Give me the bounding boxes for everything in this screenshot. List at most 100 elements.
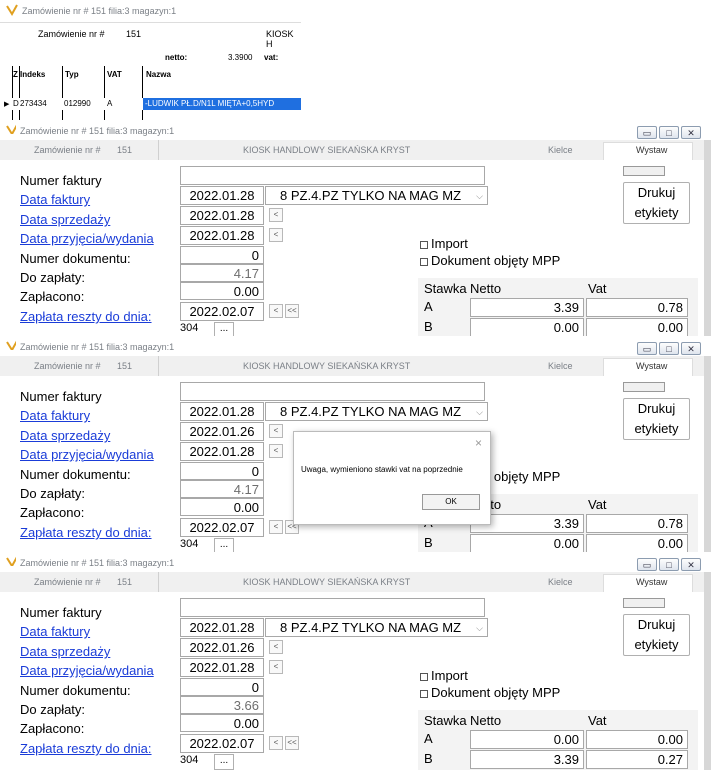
- rate-b-netto[interactable]: 3.39: [470, 750, 584, 769]
- checkbox-icon: [420, 240, 428, 249]
- zaplacono-input[interactable]: 0.00: [180, 714, 264, 732]
- link-data-przyjecia[interactable]: Data przyjęcia/wydania: [20, 663, 154, 678]
- app-icon: [6, 124, 16, 134]
- rate-b-vat[interactable]: 0.00: [586, 534, 688, 553]
- link-zaplata-reszty[interactable]: Zapłata reszty do dnia:: [20, 309, 152, 324]
- link-zaplata-reszty[interactable]: Zapłata reszty do dnia:: [20, 525, 152, 540]
- numer-dokumentu-input[interactable]: 0: [180, 246, 264, 264]
- numer-faktury-input[interactable]: [180, 598, 485, 617]
- zaplacono-input[interactable]: 0.00: [180, 498, 264, 516]
- import-checkbox[interactable]: Import: [420, 236, 468, 251]
- zaplata-reszty-input[interactable]: 2022.02.07: [180, 518, 264, 537]
- link-data-sprzedazy[interactable]: Data sprzedaży: [20, 212, 110, 227]
- link-data-przyjecia[interactable]: Data przyjęcia/wydania: [20, 231, 154, 246]
- table-row[interactable]: ▶ D 273434 012990 A -LUDWIK PŁ.D/N1L MIĘ…: [0, 98, 301, 110]
- import-checkbox[interactable]: Import: [420, 668, 468, 683]
- close-icon[interactable]: ✕: [681, 558, 701, 571]
- minimize-icon[interactable]: ▭: [637, 126, 657, 139]
- first-button[interactable]: <<: [285, 304, 299, 318]
- prev-button[interactable]: <: [269, 424, 283, 438]
- numer-faktury-input[interactable]: [180, 382, 485, 401]
- drukuj-etykiety-button[interactable]: Drukuj etykiety: [623, 614, 690, 656]
- ok-button[interactable]: OK: [422, 494, 480, 510]
- checkbox-icon: [420, 672, 428, 681]
- drukuj-etykiety-button[interactable]: Drukuj etykiety: [623, 182, 690, 224]
- zaplacono-input[interactable]: 0.00: [180, 282, 264, 300]
- minimize-icon[interactable]: ▭: [637, 342, 657, 355]
- link-data-faktury[interactable]: Data faktury: [20, 408, 90, 423]
- close-icon[interactable]: ✕: [681, 342, 701, 355]
- rate-a-netto[interactable]: 0.00: [470, 730, 584, 749]
- data-sprzedazy-input[interactable]: 2022.01.26: [180, 422, 264, 441]
- drukuj-etykiety-button[interactable]: Drukuj etykiety: [623, 398, 690, 440]
- prev-button[interactable]: <: [269, 520, 283, 534]
- data-sprzedazy-input[interactable]: 2022.01.26: [180, 638, 264, 657]
- close-icon[interactable]: ✕: [681, 126, 701, 139]
- link-data-faktury[interactable]: Data faktury: [20, 624, 90, 639]
- tab-wystaw[interactable]: Wystaw: [603, 142, 693, 160]
- window-titlebar: Zamówienie nr # 151 filia:3 magazyn:1 ▭ □…: [0, 120, 711, 140]
- data-sprzedazy-input[interactable]: 2022.01.28: [180, 206, 264, 225]
- dialog-close-icon[interactable]: ×: [475, 436, 482, 450]
- link-data-faktury[interactable]: Data faktury: [20, 192, 90, 207]
- minimize-icon[interactable]: ▭: [637, 558, 657, 571]
- label-do-zaplaty: Do zapłaty:: [20, 486, 86, 501]
- rate-b-stawka: B: [424, 535, 433, 550]
- data-przyjecia-input[interactable]: 2022.01.28: [180, 658, 264, 677]
- table-row: B 3.39 0.27: [418, 749, 698, 769]
- top-grid[interactable]: Z Indeks Typ VAT Nazwa ▶ D 273434 012990…: [0, 66, 301, 120]
- prev-button[interactable]: <: [269, 228, 283, 242]
- prev-button[interactable]: <: [269, 660, 283, 674]
- window-edge: [704, 140, 711, 338]
- rate-b-vat[interactable]: 0.00: [586, 318, 688, 337]
- top-title: Zamówienie nr # 151 filia:3 magazyn:1: [22, 6, 177, 16]
- rate-a-netto[interactable]: 3.39: [470, 298, 584, 317]
- ellipsis-button[interactable]: ...: [214, 754, 234, 770]
- tab-wystaw[interactable]: Wystaw: [603, 358, 693, 376]
- col-typ: Typ: [65, 70, 79, 79]
- prev-button[interactable]: <: [269, 208, 283, 222]
- rate-a-vat[interactable]: 0.00: [586, 730, 688, 749]
- window-titlebar: Zamówienie nr # 151 filia:3 magazyn:1 ▭ □…: [0, 336, 711, 356]
- order-no: 151: [117, 577, 133, 587]
- data-faktury-input[interactable]: 2022.01.28: [180, 618, 264, 637]
- mpp-checkbox[interactable]: Dokument objęty MPP: [420, 685, 560, 700]
- rate-b-vat[interactable]: 0.27: [586, 750, 688, 769]
- rate-a-vat[interactable]: 0.78: [586, 298, 688, 317]
- cell-typ: 012990: [64, 99, 91, 108]
- warning-dialog: × Uwaga, wymieniono stawki vat na poprze…: [293, 431, 491, 525]
- link-data-sprzedazy[interactable]: Data sprzedaży: [20, 428, 110, 443]
- zaplata-reszty-input[interactable]: 2022.02.07: [180, 302, 264, 321]
- maximize-icon[interactable]: □: [659, 126, 679, 139]
- rate-b-netto[interactable]: 0.00: [470, 534, 584, 553]
- table-row: A 3.39 0.78: [418, 297, 698, 317]
- numer-dokumentu-input[interactable]: 0: [180, 462, 264, 480]
- link-zaplata-reszty[interactable]: Zapłata reszty do dnia:: [20, 741, 152, 756]
- numer-faktury-input[interactable]: [180, 166, 485, 185]
- prev-button[interactable]: <: [269, 444, 283, 458]
- link-data-przyjecia[interactable]: Data przyjęcia/wydania: [20, 447, 154, 462]
- invoice-window: Zamówienie nr # 151 filia:3 magazyn:1 ▭ □…: [0, 336, 711, 554]
- mpp-checkbox[interactable]: Dokument objęty MPP: [420, 253, 560, 268]
- tab-wystaw[interactable]: Wystaw: [603, 574, 693, 592]
- data-faktury-input[interactable]: 2022.01.28: [180, 402, 264, 421]
- maximize-icon[interactable]: □: [659, 342, 679, 355]
- doc-type-select[interactable]: 8 PZ.4.PZ TYLKO NA MAG MZ ⌵: [265, 618, 488, 637]
- prev-button[interactable]: <: [269, 736, 283, 750]
- first-button[interactable]: <<: [285, 736, 299, 750]
- data-przyjecia-input[interactable]: 2022.01.28: [180, 226, 264, 245]
- data-faktury-input[interactable]: 2022.01.28: [180, 186, 264, 205]
- chevron-down-icon: ⌵: [476, 191, 483, 201]
- prev-button[interactable]: <: [269, 304, 283, 318]
- rate-b-netto[interactable]: 0.00: [470, 318, 584, 337]
- link-data-sprzedazy[interactable]: Data sprzedaży: [20, 644, 110, 659]
- numer-dokumentu-input[interactable]: 0: [180, 678, 264, 696]
- maximize-icon[interactable]: □: [659, 558, 679, 571]
- th-stawka: Stawka: [424, 281, 467, 296]
- prev-button[interactable]: <: [269, 640, 283, 654]
- doc-type-select[interactable]: 8 PZ.4.PZ TYLKO NA MAG MZ ⌵: [265, 186, 488, 205]
- doc-type-select[interactable]: 8 PZ.4.PZ TYLKO NA MAG MZ ⌵: [265, 402, 488, 421]
- data-przyjecia-input[interactable]: 2022.01.28: [180, 442, 264, 461]
- zaplata-reszty-input[interactable]: 2022.02.07: [180, 734, 264, 753]
- rate-a-vat[interactable]: 0.78: [586, 514, 688, 533]
